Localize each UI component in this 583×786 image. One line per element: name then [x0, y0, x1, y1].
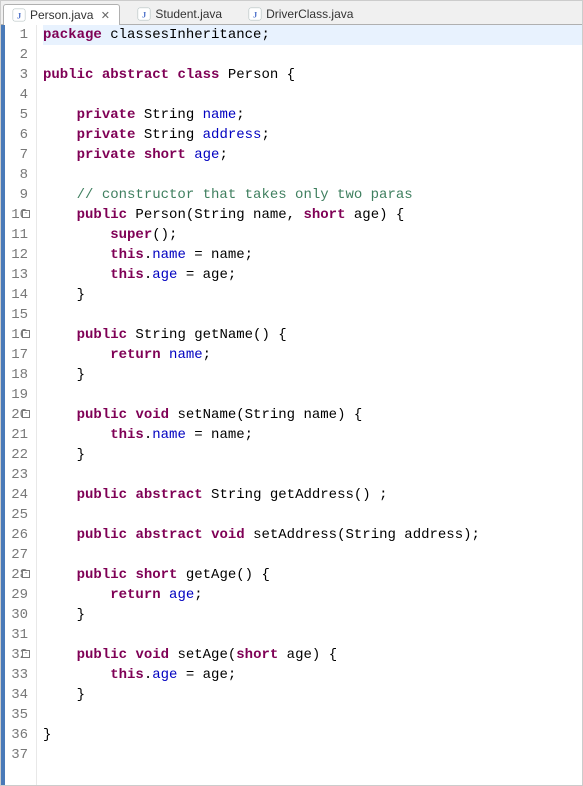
code-line[interactable] — [43, 165, 582, 185]
line-number: 1 — [1, 25, 28, 45]
line-number: 15 — [1, 305, 28, 325]
line-gutter: 12345678910-111213141516-17181920-212223… — [1, 25, 37, 785]
code-line[interactable]: this.name = name; — [43, 425, 582, 445]
tab-label: Person.java — [30, 8, 93, 22]
line-number: 13 — [1, 265, 28, 285]
code-line[interactable]: package classesInheritance; — [43, 25, 582, 45]
line-number: 33 — [1, 665, 28, 685]
code-line[interactable]: public void setName(String name) { — [43, 405, 582, 425]
line-number: 10- — [1, 205, 28, 225]
close-icon[interactable]: ✕ — [99, 9, 111, 21]
tab-bar: J Person.java ✕ J Student.java J DriverClass.j… — [1, 1, 582, 25]
tab-label: Student.java — [155, 7, 222, 21]
tab-student-java[interactable]: J Student.java — [128, 3, 231, 24]
line-number: 35 — [1, 705, 28, 725]
line-number: 21 — [1, 425, 28, 445]
java-file-icon: J — [248, 7, 262, 21]
code-line[interactable] — [43, 505, 582, 525]
code-line[interactable]: super(); — [43, 225, 582, 245]
line-number: 34 — [1, 685, 28, 705]
line-number: 32- — [1, 645, 28, 665]
code-line[interactable]: // constructor that takes only two paras — [43, 185, 582, 205]
fold-marker-icon[interactable]: - — [22, 410, 30, 418]
code-line[interactable]: return name; — [43, 345, 582, 365]
code-line[interactable] — [43, 705, 582, 725]
line-number: 12 — [1, 245, 28, 265]
code-line[interactable]: this.name = name; — [43, 245, 582, 265]
code-line[interactable] — [43, 545, 582, 565]
code-line[interactable]: private short age; — [43, 145, 582, 165]
java-file-icon: J — [137, 7, 151, 21]
line-number: 3 — [1, 65, 28, 85]
line-number: 18 — [1, 365, 28, 385]
code-line[interactable]: public abstract void setAddress(String a… — [43, 525, 582, 545]
line-number: 2 — [1, 45, 28, 65]
code-line[interactable]: private String address; — [43, 125, 582, 145]
code-line[interactable]: private String name; — [43, 105, 582, 125]
svg-text:J: J — [142, 10, 147, 20]
code-line[interactable]: return age; — [43, 585, 582, 605]
code-line[interactable] — [43, 745, 582, 765]
line-number: 22 — [1, 445, 28, 465]
code-editor[interactable]: 12345678910-111213141516-17181920-212223… — [1, 25, 582, 785]
fold-marker-icon[interactable]: - — [22, 330, 30, 338]
line-number: 31 — [1, 625, 28, 645]
line-number: 5 — [1, 105, 28, 125]
code-line[interactable]: } — [43, 685, 582, 705]
line-number: 36 — [1, 725, 28, 745]
line-number: 29 — [1, 585, 28, 605]
tab-person-java[interactable]: J Person.java ✕ — [3, 4, 120, 25]
line-number: 8 — [1, 165, 28, 185]
code-line[interactable] — [43, 465, 582, 485]
code-line[interactable] — [43, 85, 582, 105]
line-number: 28- — [1, 565, 28, 585]
code-line[interactable]: } — [43, 365, 582, 385]
line-number: 7 — [1, 145, 28, 165]
code-line[interactable]: public abstract class Person { — [43, 65, 582, 85]
code-line[interactable]: public String getName() { — [43, 325, 582, 345]
line-number: 16- — [1, 325, 28, 345]
line-number: 24 — [1, 485, 28, 505]
line-number: 17 — [1, 345, 28, 365]
line-number: 11 — [1, 225, 28, 245]
fold-marker-icon[interactable]: - — [22, 650, 30, 658]
code-line[interactable]: } — [43, 285, 582, 305]
line-number: 6 — [1, 125, 28, 145]
java-file-icon: J — [12, 8, 26, 22]
code-line[interactable] — [43, 625, 582, 645]
fold-marker-icon[interactable]: - — [22, 570, 30, 578]
code-line[interactable]: public abstract String getAddress() ; — [43, 485, 582, 505]
line-number: 14 — [1, 285, 28, 305]
line-number: 23 — [1, 465, 28, 485]
code-line[interactable]: this.age = age; — [43, 265, 582, 285]
code-line[interactable]: public short getAge() { — [43, 565, 582, 585]
code-line[interactable] — [43, 305, 582, 325]
code-line[interactable]: } — [43, 725, 582, 745]
code-line[interactable] — [43, 45, 582, 65]
line-number: 30 — [1, 605, 28, 625]
line-number: 25 — [1, 505, 28, 525]
code-line[interactable]: public void setAge(short age) { — [43, 645, 582, 665]
svg-text:J: J — [253, 10, 258, 20]
line-number: 9 — [1, 185, 28, 205]
tab-driverclass-java[interactable]: J DriverClass.java — [239, 3, 362, 24]
fold-marker-icon[interactable]: - — [22, 210, 30, 218]
code-line[interactable]: public Person(String name, short age) { — [43, 205, 582, 225]
line-number: 19 — [1, 385, 28, 405]
line-number: 20- — [1, 405, 28, 425]
code-line[interactable] — [43, 385, 582, 405]
tab-label: DriverClass.java — [266, 7, 353, 21]
line-number: 26 — [1, 525, 28, 545]
svg-text:J: J — [17, 11, 22, 21]
line-number: 37 — [1, 745, 28, 765]
line-number: 4 — [1, 85, 28, 105]
code-area[interactable]: package classesInheritance; public abstr… — [37, 25, 582, 785]
code-line[interactable]: } — [43, 605, 582, 625]
code-line[interactable]: } — [43, 445, 582, 465]
line-number: 27 — [1, 545, 28, 565]
code-line[interactable]: this.age = age; — [43, 665, 582, 685]
